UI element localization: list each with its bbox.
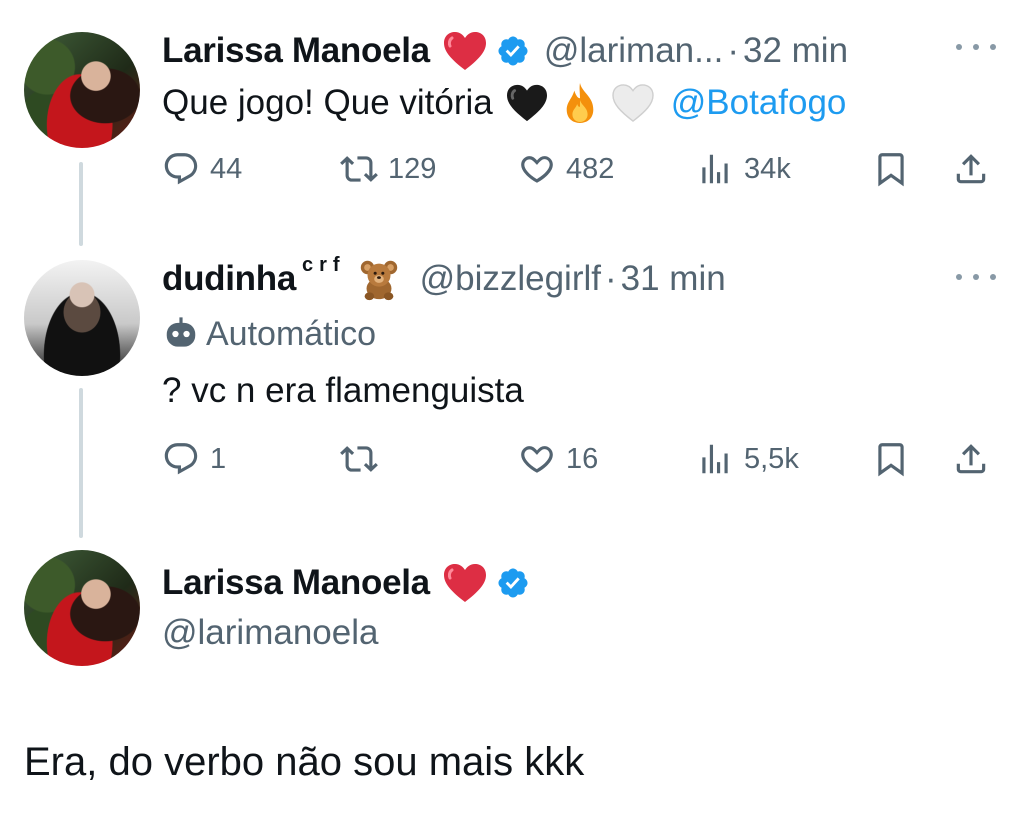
like-count: 16: [566, 442, 599, 475]
verified-badge-icon[interactable]: [496, 566, 530, 600]
reply-icon: [164, 153, 198, 185]
like-icon: [521, 156, 553, 183]
automated-label: Automático: [162, 312, 376, 356]
reply-icon: [164, 443, 198, 475]
views-count: 5,5k: [744, 442, 799, 475]
views-button[interactable]: 34k: [696, 150, 791, 188]
retweet-count: 129: [388, 152, 437, 185]
heart-emoji: [442, 30, 488, 72]
like-button[interactable]: 482: [518, 150, 614, 188]
fire-emoji: [561, 81, 599, 125]
tweet-header: dudinha crf @bizzlegirlf · 31 min: [162, 253, 726, 302]
share-icon: [956, 444, 986, 474]
author-name[interactable]: Larissa Manoela: [162, 31, 430, 71]
avatar[interactable]: [24, 550, 140, 666]
author-name[interactable]: Larissa Manoela: [162, 563, 430, 603]
main-tweet-handle-row: @larimanoela: [162, 610, 378, 656]
timestamp[interactable]: 32 min: [743, 31, 848, 71]
reply-button[interactable]: 1: [162, 440, 226, 478]
author-handle[interactable]: @lariman...: [544, 31, 723, 71]
reply-count: 44: [210, 152, 243, 185]
teddy-bear-emoji: [356, 256, 402, 302]
reply-count: 1: [210, 442, 227, 475]
author-name[interactable]: dudinha: [162, 259, 296, 299]
author-name-suffix: crf: [302, 253, 346, 276]
tweet-body: Que jogo! Que vitória: [162, 83, 493, 122]
separator: ·: [727, 31, 739, 70]
author-handle[interactable]: @bizzlegirlf: [420, 259, 601, 299]
views-icon: [702, 444, 728, 474]
mention-link[interactable]: @Botafogo: [671, 83, 847, 123]
retweet-icon: [340, 446, 378, 472]
views-icon: [702, 154, 728, 184]
more-icon[interactable]: [956, 270, 996, 284]
bot-icon: [166, 317, 196, 347]
reply-button[interactable]: 44: [162, 150, 242, 188]
tweet-header: Larissa Manoela @lariman... · 32 min: [162, 28, 848, 74]
white-heart-emoji: [611, 83, 655, 123]
thread-connector: [79, 388, 83, 538]
retweet-icon: [340, 156, 378, 182]
bookmark-icon: [878, 153, 904, 187]
author-handle[interactable]: @larimanoela: [162, 613, 378, 653]
like-count: 482: [566, 152, 615, 185]
thread-connector: [79, 162, 83, 246]
share-button[interactable]: [952, 150, 990, 188]
retweet-button[interactable]: 129: [340, 150, 436, 188]
tweet-actions: 1 16 5,5k: [162, 440, 998, 484]
avatar[interactable]: [24, 260, 140, 376]
tweet-actions: 44 129 482 34k: [162, 150, 998, 194]
like-icon: [521, 446, 553, 473]
verified-badge-icon[interactable]: [496, 34, 530, 68]
like-button[interactable]: 16: [518, 440, 598, 478]
bookmark-icon: [878, 443, 904, 477]
bookmark-button[interactable]: [872, 440, 910, 478]
timestamp[interactable]: 31 min: [621, 259, 726, 299]
main-tweet-text: Era, do verbo não sou mais kkk: [24, 740, 585, 784]
tweet-text: Que jogo! Que vitória @Botafogo: [162, 80, 846, 126]
share-icon: [956, 154, 986, 184]
views-button[interactable]: 5,5k: [696, 440, 799, 478]
retweet-button[interactable]: [340, 440, 388, 478]
black-heart-emoji: [505, 83, 549, 123]
share-button[interactable]: [952, 440, 990, 478]
more-icon[interactable]: [956, 40, 996, 54]
avatar[interactable]: [24, 32, 140, 148]
views-count: 34k: [744, 152, 791, 185]
separator: ·: [605, 259, 617, 298]
tweet-body: ? vc n era flamenguista: [162, 371, 524, 410]
main-tweet-header: Larissa Manoela: [162, 560, 530, 606]
automated-label-text: Automático: [206, 314, 377, 353]
bookmark-button[interactable]: [872, 150, 910, 188]
heart-emoji: [442, 562, 488, 604]
